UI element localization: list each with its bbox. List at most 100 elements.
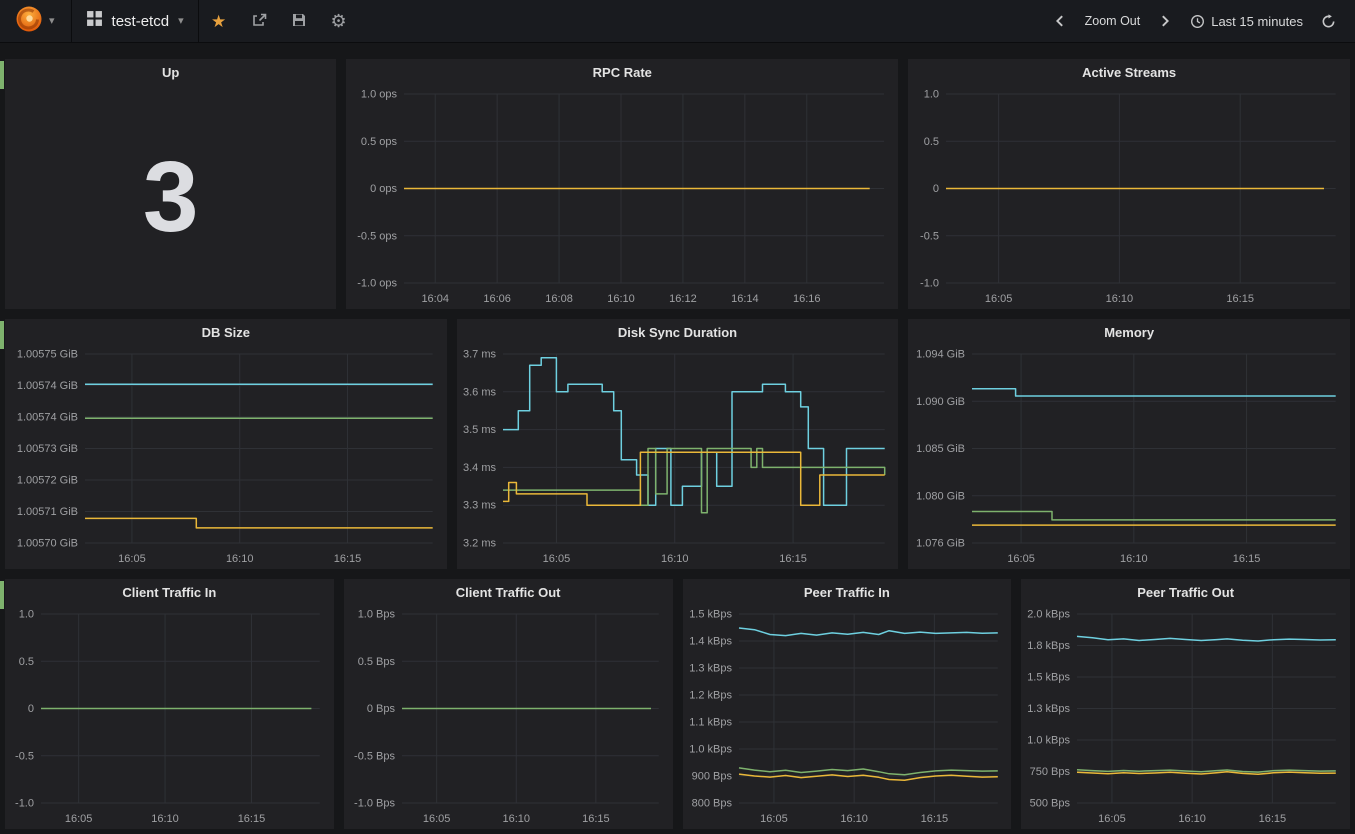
svg-text:3.4 ms: 3.4 ms	[463, 462, 497, 474]
panel-title-memory[interactable]: Memory	[908, 319, 1350, 346]
svg-text:3.6 ms: 3.6 ms	[463, 386, 497, 398]
caret-down-icon: ▾	[49, 16, 55, 27]
share-icon	[251, 12, 267, 31]
svg-text:-0.5: -0.5	[920, 230, 939, 242]
singlestat-value: 3	[5, 86, 336, 309]
svg-text:0.5 Bps: 0.5 Bps	[357, 656, 395, 668]
svg-text:16:15: 16:15	[334, 553, 362, 565]
svg-text:500 Bps: 500 Bps	[1030, 798, 1071, 810]
svg-text:0.5: 0.5	[924, 136, 939, 148]
svg-text:16:04: 16:04	[422, 293, 450, 305]
refresh-button[interactable]	[1312, 0, 1345, 43]
panel-title-disk-sync-duration[interactable]: Disk Sync Duration	[457, 319, 899, 346]
chevron-left-icon	[1053, 14, 1067, 28]
active-streams-chart[interactable]: 1.00.50-0.5-1.016:0516:1016:15	[908, 86, 1350, 309]
memory-chart[interactable]: 1.094 GiB1.090 GiB1.085 GiB1.080 GiB1.07…	[908, 346, 1350, 569]
svg-text:-1.0: -1.0	[15, 798, 34, 810]
row-collapse-tab[interactable]	[0, 321, 4, 349]
panel-title-active-streams[interactable]: Active Streams	[908, 59, 1350, 86]
svg-text:3.3 ms: 3.3 ms	[463, 500, 497, 512]
svg-text:16:05: 16:05	[423, 813, 451, 825]
svg-text:1.0: 1.0	[924, 89, 939, 101]
disk-sync-duration-chart[interactable]: 3.7 ms3.6 ms3.5 ms3.4 ms3.3 ms3.2 ms16:0…	[457, 346, 899, 569]
panel-peer-traffic-in: Peer Traffic In 1.5 kBps1.4 kBps1.3 kBps…	[683, 579, 1012, 829]
svg-text:1.085 GiB: 1.085 GiB	[916, 443, 965, 455]
svg-text:1.0 kBps: 1.0 kBps	[1027, 735, 1070, 747]
dashboard-row-1: Up 3 RPC Rate 1.0 ops0.5 ops0 ops-0.5 op…	[5, 59, 1350, 309]
rpc-rate-chart[interactable]: 1.0 ops0.5 ops0 ops-0.5 ops-1.0 ops16:04…	[346, 86, 898, 309]
svg-text:1.00575 GiB: 1.00575 GiB	[17, 349, 78, 361]
dashboard-picker[interactable]: test-etcd ▾	[72, 0, 199, 42]
caret-down-icon: ▾	[178, 16, 184, 27]
zoom-out-button[interactable]: Zoom Out	[1076, 0, 1150, 43]
svg-text:16:15: 16:15	[779, 553, 807, 565]
time-range-button[interactable]: Last 15 minutes	[1181, 0, 1312, 43]
svg-text:-0.5 ops: -0.5 ops	[358, 230, 398, 242]
svg-text:1.00573 GiB: 1.00573 GiB	[17, 443, 78, 455]
svg-text:1.3 kBps: 1.3 kBps	[1027, 703, 1070, 715]
navbar: ▾ test-etcd ▾ ★	[0, 0, 1355, 43]
row-collapse-tab[interactable]	[0, 61, 4, 89]
svg-text:16:10: 16:10	[151, 813, 179, 825]
panel-title-peer-traffic-in[interactable]: Peer Traffic In	[683, 579, 1012, 606]
panel-peer-traffic-out: Peer Traffic Out 2.0 kBps1.8 kBps1.5 kBp…	[1021, 579, 1350, 829]
settings-button[interactable]: ⚙	[319, 0, 359, 43]
svg-text:800 Bps: 800 Bps	[691, 798, 732, 810]
db-size-chart[interactable]: 1.00575 GiB1.00574 GiB1.00574 GiB1.00573…	[5, 346, 447, 569]
gear-icon: ⚙	[331, 12, 347, 30]
save-icon	[291, 12, 307, 31]
svg-text:16:05: 16:05	[1008, 553, 1036, 565]
svg-text:-0.5 Bps: -0.5 Bps	[354, 750, 395, 762]
svg-text:1.1 kBps: 1.1 kBps	[689, 717, 732, 729]
refresh-icon	[1321, 14, 1336, 29]
star-icon: ★	[211, 13, 226, 30]
svg-text:16:10: 16:10	[1179, 813, 1207, 825]
client-traffic-out-chart[interactable]: 1.0 Bps0.5 Bps0 Bps-0.5 Bps-1.0 Bps16:05…	[344, 606, 673, 829]
main-menu-button[interactable]: ▾	[0, 0, 72, 42]
panel-title-up[interactable]: Up	[5, 59, 336, 86]
svg-text:16:05: 16:05	[760, 813, 788, 825]
svg-text:0.5 ops: 0.5 ops	[361, 136, 398, 148]
dashboard: Up 3 RPC Rate 1.0 ops0.5 ops0 ops-0.5 op…	[0, 43, 1355, 829]
svg-text:0: 0	[28, 703, 34, 715]
panel-title-client-traffic-out[interactable]: Client Traffic Out	[344, 579, 673, 606]
peer-traffic-in-chart[interactable]: 1.5 kBps1.4 kBps1.3 kBps1.2 kBps1.1 kBps…	[683, 606, 1012, 829]
panel-memory: Memory 1.094 GiB1.090 GiB1.085 GiB1.080 …	[908, 319, 1350, 569]
panel-title-rpc-rate[interactable]: RPC Rate	[346, 59, 898, 86]
peer-traffic-out-chart[interactable]: 2.0 kBps1.8 kBps1.5 kBps1.3 kBps1.0 kBps…	[1021, 606, 1350, 829]
svg-text:16:10: 16:10	[502, 813, 530, 825]
svg-text:16:12: 16:12	[669, 293, 697, 305]
svg-text:3.2 ms: 3.2 ms	[463, 538, 497, 550]
svg-text:16:10: 16:10	[1106, 293, 1134, 305]
svg-text:1.0: 1.0	[19, 609, 34, 621]
svg-text:3.5 ms: 3.5 ms	[463, 424, 497, 436]
star-button[interactable]: ★	[199, 0, 239, 43]
svg-text:-1.0: -1.0	[920, 278, 939, 290]
svg-text:1.00570 GiB: 1.00570 GiB	[17, 538, 78, 550]
svg-text:16:10: 16:10	[840, 813, 868, 825]
dashboard-actions: ★ ⚙	[199, 0, 359, 42]
svg-text:1.4 kBps: 1.4 kBps	[689, 636, 732, 648]
row-collapse-tab[interactable]	[0, 581, 4, 609]
share-button[interactable]	[239, 0, 279, 43]
svg-text:1.0 kBps: 1.0 kBps	[689, 744, 732, 756]
svg-text:0 Bps: 0 Bps	[367, 703, 396, 715]
time-shift-back-button[interactable]	[1044, 0, 1076, 43]
panel-title-client-traffic-in[interactable]: Client Traffic In	[5, 579, 334, 606]
panel-title-db-size[interactable]: DB Size	[5, 319, 447, 346]
svg-text:16:05: 16:05	[65, 813, 93, 825]
save-button[interactable]	[279, 0, 319, 43]
svg-text:1.3 kBps: 1.3 kBps	[689, 663, 732, 675]
svg-text:3.7 ms: 3.7 ms	[463, 349, 497, 361]
svg-text:750 Bps: 750 Bps	[1030, 766, 1071, 778]
client-traffic-in-chart[interactable]: 1.00.50-0.5-1.016:0516:1016:15	[5, 606, 334, 829]
panel-client-traffic-in: Client Traffic In 1.00.50-0.5-1.016:0516…	[5, 579, 334, 829]
svg-text:16:15: 16:15	[238, 813, 266, 825]
svg-text:1.0 ops: 1.0 ops	[361, 89, 398, 101]
svg-text:16:06: 16:06	[484, 293, 512, 305]
time-shift-forward-button[interactable]	[1149, 0, 1181, 43]
dashboard-title: test-etcd	[112, 13, 170, 30]
svg-text:16:10: 16:10	[226, 553, 254, 565]
svg-text:16:16: 16:16	[793, 293, 821, 305]
panel-title-peer-traffic-out[interactable]: Peer Traffic Out	[1021, 579, 1350, 606]
